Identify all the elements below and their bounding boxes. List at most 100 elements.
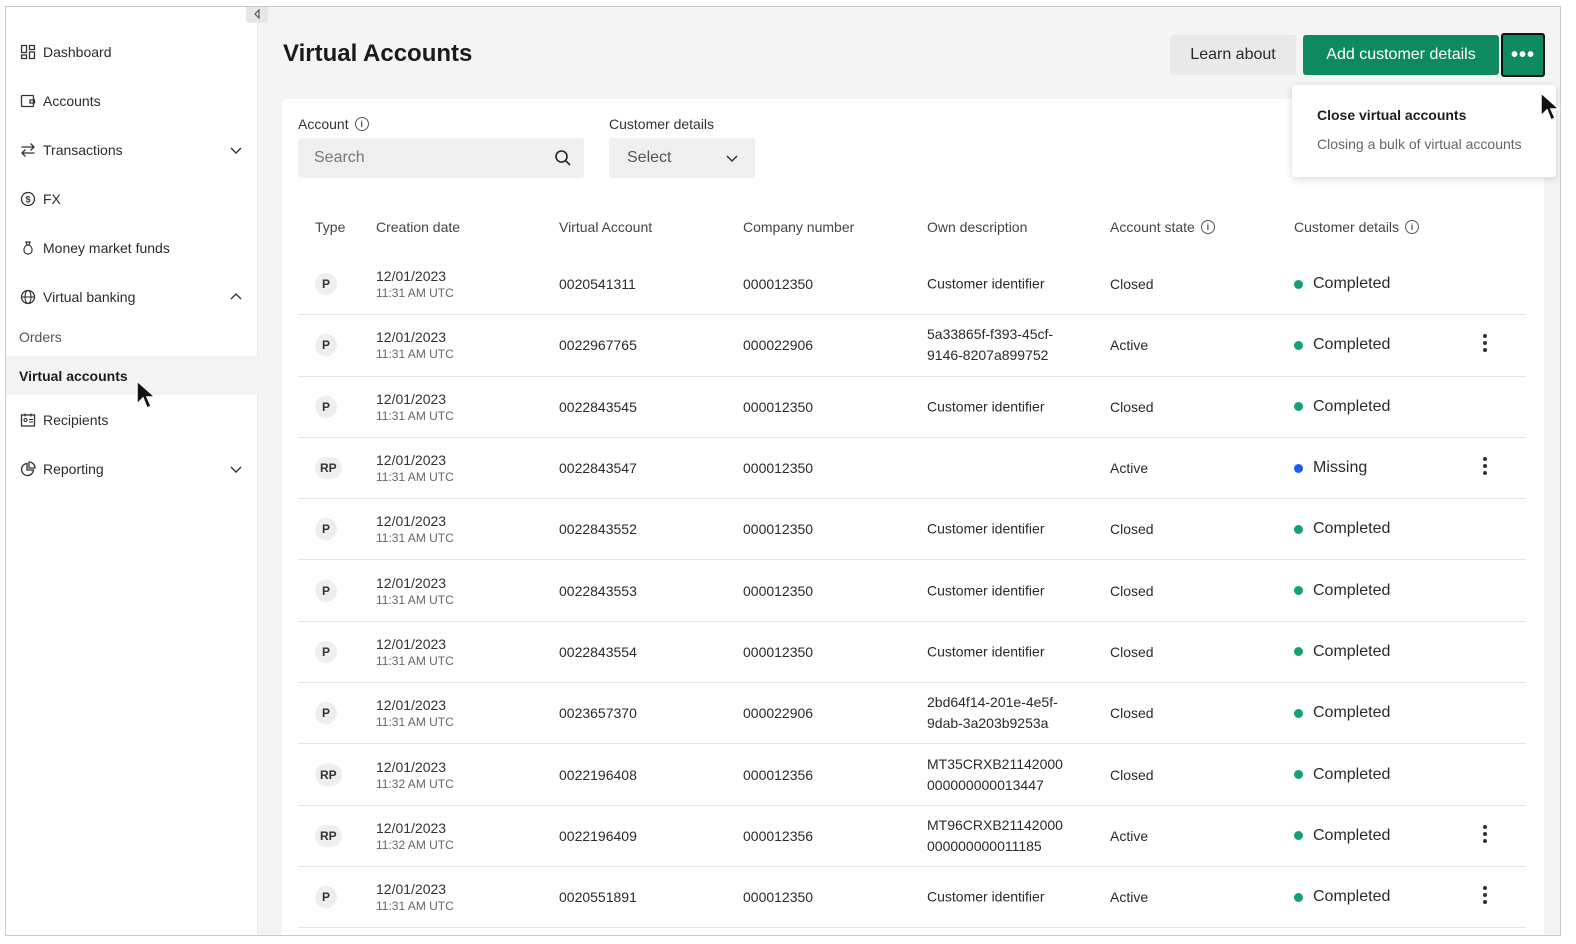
more-horizontal-icon: ••• (1510, 43, 1535, 66)
menu-item-close-virtual-accounts[interactable]: Close virtual accounts Closing a bulk of… (1317, 107, 1556, 152)
type-badge: P (315, 273, 337, 296)
account-filter-label: Account i (298, 116, 369, 132)
column-header-account-state[interactable]: Account state i (1110, 219, 1215, 235)
customer-details-select[interactable]: Select (609, 138, 755, 178)
creation-date-cell: 12/01/2023 11:31 AM UTC (376, 390, 454, 424)
own-description-cell: MT96CRXB21142000 000000000011185 (927, 815, 1063, 857)
creation-date: 12/01/2023 (376, 881, 447, 898)
column-header-text: Customer details (1294, 219, 1400, 235)
kebab-menu-icon[interactable] (1482, 885, 1488, 909)
column-header-company-number[interactable]: Company number (743, 219, 854, 235)
menu-item-description: Closing a bulk of virtual accounts (1317, 136, 1522, 152)
account-state-cell: Closed (1110, 276, 1154, 293)
account-label-text: Account (298, 116, 349, 132)
creation-date: 12/01/2023 (376, 574, 447, 591)
column-header-type: Type (315, 219, 346, 235)
status-dot (1294, 831, 1303, 841)
status-text: Completed (1313, 275, 1391, 293)
virtual-account-cell: 0022843552 (559, 521, 637, 538)
customer-details-cell: Completed (1294, 336, 1390, 354)
table-row[interactable]: P 12/01/2023 11:31 AM UTC 0022843554 0000123… (298, 622, 1526, 684)
kebab-menu-icon[interactable] (1482, 824, 1488, 848)
own-description-line: MT96CRXB21142000 (927, 816, 1063, 833)
select-value: Select (627, 149, 672, 166)
chevron-down-icon[interactable] (228, 461, 244, 477)
info-icon[interactable]: i (354, 117, 369, 131)
sidebar-item-virtual-banking[interactable]: Virtual banking (6, 272, 258, 321)
account-search-input[interactable]: Search (298, 138, 584, 178)
creation-time: 11:31 AM UTC (376, 899, 454, 914)
type-cell: RP (315, 763, 342, 786)
creation-time: 11:31 AM UTC (376, 715, 454, 730)
creation-date-cell: 12/01/2023 11:31 AM UTC (376, 880, 454, 914)
learn-about-button[interactable]: Learn about (1170, 35, 1296, 75)
company-number-cell: 000022906 (743, 705, 814, 722)
column-header-virtual-account[interactable]: Virtual Account (559, 219, 652, 235)
sidebar-item-fx[interactable]: $ FX (6, 174, 258, 223)
table-row[interactable]: RP 12/01/2023 11:31 AM UTC 0022843547 000012… (298, 438, 1526, 500)
collapse-sidebar-button[interactable] (246, 7, 268, 23)
own-description-cell: 2bd64f14-201e-4e5f- 9dab-3a203b9253a (927, 692, 1058, 734)
main-content: Virtual Accounts Learn about Add custome… (258, 7, 1560, 935)
virtual-account-cell: 0022196409 (559, 827, 637, 844)
own-description-line: Customer identifier (927, 643, 1045, 660)
column-header-customer-details[interactable]: Customer details i (1294, 219, 1420, 235)
own-description-cell: Customer identifier (927, 887, 1045, 908)
creation-date: 12/01/2023 (376, 819, 447, 836)
info-icon[interactable]: i (1200, 220, 1215, 234)
status-text: Completed (1313, 765, 1391, 783)
sidebar-item-money-market-funds[interactable]: Money market funds (6, 223, 258, 272)
table-row[interactable]: P 12/01/2023 11:31 AM UTC 0020541311 0000123… (298, 254, 1526, 316)
add-customer-details-button[interactable]: Add customer details (1303, 35, 1499, 75)
creation-date: 12/01/2023 (376, 452, 447, 469)
virtual-account-cell: 0022196408 (559, 766, 637, 783)
chevron-up-icon[interactable] (228, 289, 244, 305)
column-header-creation-date[interactable]: Creation date (376, 219, 460, 235)
page-title: Virtual Accounts (283, 40, 473, 67)
customer-details-cell: Completed (1294, 582, 1390, 600)
table-row[interactable]: RP 12/01/2023 11:32 AM UTC 0022196408 000012… (298, 744, 1526, 806)
column-header-own-description[interactable]: Own description (927, 219, 1027, 235)
creation-date-cell: 12/01/2023 11:31 AM UTC (376, 451, 454, 485)
sidebar-item-accounts[interactable]: Accounts (6, 76, 258, 125)
table-row[interactable]: P 12/01/2023 11:31 AM UTC 0022843545 0000123… (298, 377, 1526, 438)
app-window: Dashboard Accounts Transactions $ FX Mon… (5, 6, 1561, 936)
customer-details-cell: Missing (1294, 459, 1367, 477)
kebab-menu-icon[interactable] (1482, 456, 1488, 480)
sidebar-item-dashboard[interactable]: Dashboard (6, 27, 258, 76)
table-row[interactable]: P 12/01/2023 11:31 AM UTC 0023657370 0000229… (298, 683, 1526, 745)
pie-chart-icon (19, 460, 37, 478)
chevron-down-icon[interactable] (228, 142, 244, 158)
type-badge: P (315, 702, 337, 725)
sidebar-item-label: FX (43, 190, 61, 207)
sidebar-item-recipients[interactable]: Recipients (6, 395, 258, 444)
mouse-pointer-icon (136, 380, 157, 410)
table-row[interactable]: P 12/01/2023 11:31 AM UTC 0022843553 0000123… (298, 560, 1526, 622)
table-row[interactable]: RP 12/01/2023 11:32 AM UTC 0022196409 000012… (298, 806, 1526, 867)
creation-date: 12/01/2023 (376, 329, 447, 346)
own-description-line: 000000000011185 (927, 837, 1042, 854)
account-state-cell: Closed (1110, 521, 1154, 538)
company-number-cell: 000012350 (743, 582, 814, 599)
table-body: P 12/01/2023 11:31 AM UTC 0020541311 0000123… (298, 254, 1526, 929)
type-badge: P (315, 395, 337, 418)
table-row[interactable]: P 12/01/2023 11:31 AM UTC 0022843552 0000123… (298, 499, 1526, 561)
type-cell: P (315, 395, 337, 418)
kebab-menu-icon[interactable] (1482, 333, 1488, 357)
type-cell: P (315, 579, 337, 602)
sidebar-subitem-virtual-accounts[interactable]: Virtual accounts (6, 356, 258, 395)
more-options-button[interactable]: ••• (1501, 33, 1545, 77)
sidebar-item-reporting[interactable]: Reporting (6, 444, 258, 493)
search-icon[interactable] (554, 149, 572, 167)
sidebar-item-label: Accounts (43, 92, 101, 109)
account-state-cell: Closed (1110, 705, 1154, 722)
creation-date-cell: 12/01/2023 11:31 AM UTC (376, 574, 454, 608)
sidebar-subitem-orders[interactable]: Orders (6, 317, 258, 356)
table-row[interactable]: P 12/01/2023 11:31 AM UTC 0022967765 0000229… (298, 315, 1526, 377)
sidebar-item-transactions[interactable]: Transactions (6, 125, 258, 174)
customer-details-cell: Completed (1294, 888, 1390, 906)
info-icon[interactable]: i (1405, 220, 1420, 234)
creation-time: 11:31 AM UTC (376, 470, 454, 485)
table-row[interactable]: P 12/01/2023 11:31 AM UTC 0020551891 0000123… (298, 867, 1526, 929)
account-state-cell: Active (1110, 889, 1149, 906)
